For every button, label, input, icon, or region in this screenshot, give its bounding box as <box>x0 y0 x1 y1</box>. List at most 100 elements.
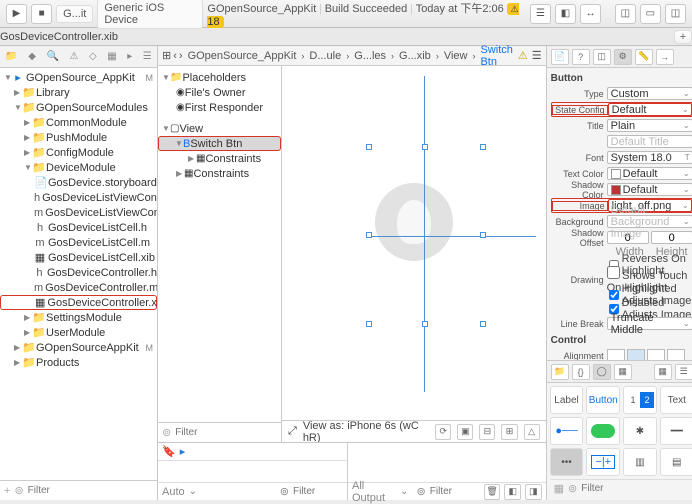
lib-media-icon[interactable]: ▦ <box>614 364 632 380</box>
lib-object-icon[interactable]: ◯ <box>593 364 611 380</box>
tree-item[interactable]: ▶📁Products <box>0 355 157 370</box>
lib-list-view-icon[interactable]: ☰ <box>675 364 692 380</box>
constraints-item[interactable]: ▶▦ Constraints <box>158 151 281 166</box>
issue-nav-icon[interactable]: ⚠ <box>69 51 78 62</box>
tree-item[interactable]: ▶📁UserModule <box>0 325 157 340</box>
lib-grid-view-icon[interactable]: ▦ <box>654 364 672 380</box>
library-button-item[interactable]: Button <box>586 386 620 414</box>
title-input[interactable]: Default Title <box>607 135 692 148</box>
lib-file-icon[interactable]: 📁 <box>551 364 569 380</box>
folder-nav-icon[interactable]: 📁 <box>5 51 17 62</box>
state-config-select[interactable]: Default⌄ <box>608 103 692 116</box>
file-inspector-icon[interactable]: 📄 <box>551 49 569 65</box>
embed-button[interactable]: ▣ <box>457 424 473 440</box>
view-item[interactable]: ▼▢ View <box>158 121 281 136</box>
document-tab[interactable]: GosDeviceController.xib <box>0 31 118 43</box>
variables-filter-input[interactable] <box>293 486 343 497</box>
outline-toggle-icon[interactable]: ☰ <box>532 49 542 62</box>
lib-grid-icon[interactable]: ▦ <box>554 482 564 495</box>
warning-icon[interactable]: ⚠ <box>518 49 528 62</box>
lib-code-icon[interactable]: {} <box>572 364 590 380</box>
project-root[interactable]: ▼▸ GOpenSource_AppKitM <box>0 70 157 85</box>
scheme-selector[interactable]: G...it <box>56 5 93 23</box>
library-segmented-item[interactable]: 12 <box>623 386 657 414</box>
stop-button[interactable]: ■ <box>31 4 52 24</box>
tree-item[interactable]: mGosDeviceListCell.m <box>0 235 157 250</box>
update-frames-button[interactable]: ⟳ <box>435 424 451 440</box>
align-button[interactable]: ⊟ <box>479 424 495 440</box>
tree-item[interactable]: ▦GosDeviceListCell.xib <box>0 250 157 265</box>
tree-item-selected[interactable]: ▦GosDeviceController.xib <box>0 295 157 310</box>
type-select[interactable]: Custom⌄ <box>607 87 692 100</box>
highlighted-adjusts-checkbox[interactable] <box>609 290 619 300</box>
library-progress-item[interactable]: ━━ <box>660 417 692 445</box>
test-nav-icon[interactable]: ◇ <box>89 51 97 62</box>
linebreak-select[interactable]: Truncate Middle⌄ <box>607 317 692 330</box>
tree-item[interactable]: ▶📁SettingsModule <box>0 310 157 325</box>
library-text-item[interactable]: Text <box>660 386 692 414</box>
switch-btn-item[interactable]: ▼B Switch Btn <box>158 136 281 151</box>
navigator-selector[interactable]: 📁 ◆ 🔍 ⚠ ◇ ▦ ▸ ☰ <box>0 46 157 68</box>
tag-icon[interactable]: 🔖 <box>162 445 176 458</box>
new-tab-button[interactable]: + <box>674 30 692 44</box>
panel-left-button[interactable]: ◧ <box>504 484 521 500</box>
tree-item[interactable]: ▶📁CommonModule <box>0 115 157 130</box>
align-h-center[interactable] <box>627 349 645 361</box>
library-label-item[interactable]: Label <box>550 386 584 414</box>
toggle-inspector-button[interactable]: ◫ <box>665 4 686 24</box>
interface-builder-canvas[interactable] <box>282 66 546 420</box>
tree-item[interactable]: ▶📁Library <box>0 85 157 100</box>
identity-inspector-icon[interactable]: ◫ <box>593 49 611 65</box>
title-type-select[interactable]: Plain⌄ <box>607 119 692 132</box>
editor-standard-button[interactable]: ☰ <box>530 4 551 24</box>
first-responder[interactable]: ◉ First Responder <box>158 100 281 115</box>
console-filter-input[interactable] <box>430 486 480 497</box>
inspector-selector[interactable]: 📄 ? ◫ ⚙ 📏 → <box>547 46 692 68</box>
add-button[interactable]: + <box>4 485 10 497</box>
constraints-item[interactable]: ▶▦ Constraints <box>158 166 281 181</box>
library-pageview-item[interactable]: ••• <box>550 448 584 476</box>
library-hstack-item[interactable]: ▥ <box>623 448 657 476</box>
forward-button[interactable]: › <box>179 50 183 62</box>
size-inspector-icon[interactable]: 📏 <box>635 49 653 65</box>
text-color-select[interactable]: Default⌄ <box>607 167 692 180</box>
search-nav-icon[interactable]: 🔍 <box>46 51 58 62</box>
tree-item[interactable]: hGosDeviceController.h <box>0 265 157 280</box>
font-select[interactable]: System 18.0T <box>607 151 692 164</box>
library-vstack-item[interactable]: ▤ <box>660 448 692 476</box>
help-inspector-icon[interactable]: ? <box>572 49 590 65</box>
connections-inspector-icon[interactable]: → <box>656 49 674 65</box>
back-button[interactable]: ‹ <box>173 50 177 62</box>
bookmark-icon[interactable]: ▸ <box>180 445 186 458</box>
tree-item[interactable]: hGosDeviceListCell.h <box>0 220 157 235</box>
tree-item[interactable]: mGosDeviceController.mM <box>0 280 157 295</box>
run-button[interactable]: ▶ <box>6 4 27 24</box>
expand-icon[interactable]: ⤢ <box>288 425 297 438</box>
editor-assistant-button[interactable]: ◧ <box>555 4 576 24</box>
align-h-fill[interactable] <box>667 349 685 361</box>
shadow-color-select[interactable]: Default⌄ <box>607 183 692 196</box>
tree-item[interactable]: ▶📁ConfigModule <box>0 145 157 160</box>
tree-item[interactable]: ▼📁DeviceModule <box>0 160 157 175</box>
resolve-button[interactable]: △ <box>524 424 540 440</box>
toggle-debug-button[interactable]: ▭ <box>640 4 661 24</box>
tree-item[interactable]: ▶📁PushModule <box>0 130 157 145</box>
tree-item[interactable]: ▼📁GOpenSourceModules <box>0 100 157 115</box>
report-nav-icon[interactable]: ☰ <box>143 51 152 62</box>
background-select[interactable]: Default Background Image⌄ <box>607 215 692 228</box>
align-h-left[interactable] <box>607 349 625 361</box>
shows-touch-checkbox[interactable] <box>607 266 620 279</box>
jump-bar[interactable]: ⊞ ‹ › GOpenSource_AppKit› D...ule› G...l… <box>158 46 546 66</box>
view-as-label[interactable]: View as: iPhone 6s (wC hR) <box>303 420 423 444</box>
symbol-nav-icon[interactable]: ◆ <box>28 51 36 62</box>
library-spinner-item[interactable]: ✱ <box>623 417 657 445</box>
library-switch-item[interactable] <box>586 417 620 445</box>
breakpoint-nav-icon[interactable]: ▸ <box>127 51 132 62</box>
related-items-icon[interactable]: ⊞ <box>162 49 171 62</box>
tree-item[interactable]: hGosDeviceListViewController.h <box>0 190 157 205</box>
files-owner[interactable]: ◉ File's Owner <box>158 85 281 100</box>
toggle-navigator-button[interactable]: ◫ <box>615 4 636 24</box>
auto-scope-selector[interactable]: Auto <box>162 486 185 498</box>
tree-item[interactable]: ▶📁GOpenSourceAppKitM <box>0 340 157 355</box>
pin-button[interactable]: ⊞ <box>501 424 517 440</box>
